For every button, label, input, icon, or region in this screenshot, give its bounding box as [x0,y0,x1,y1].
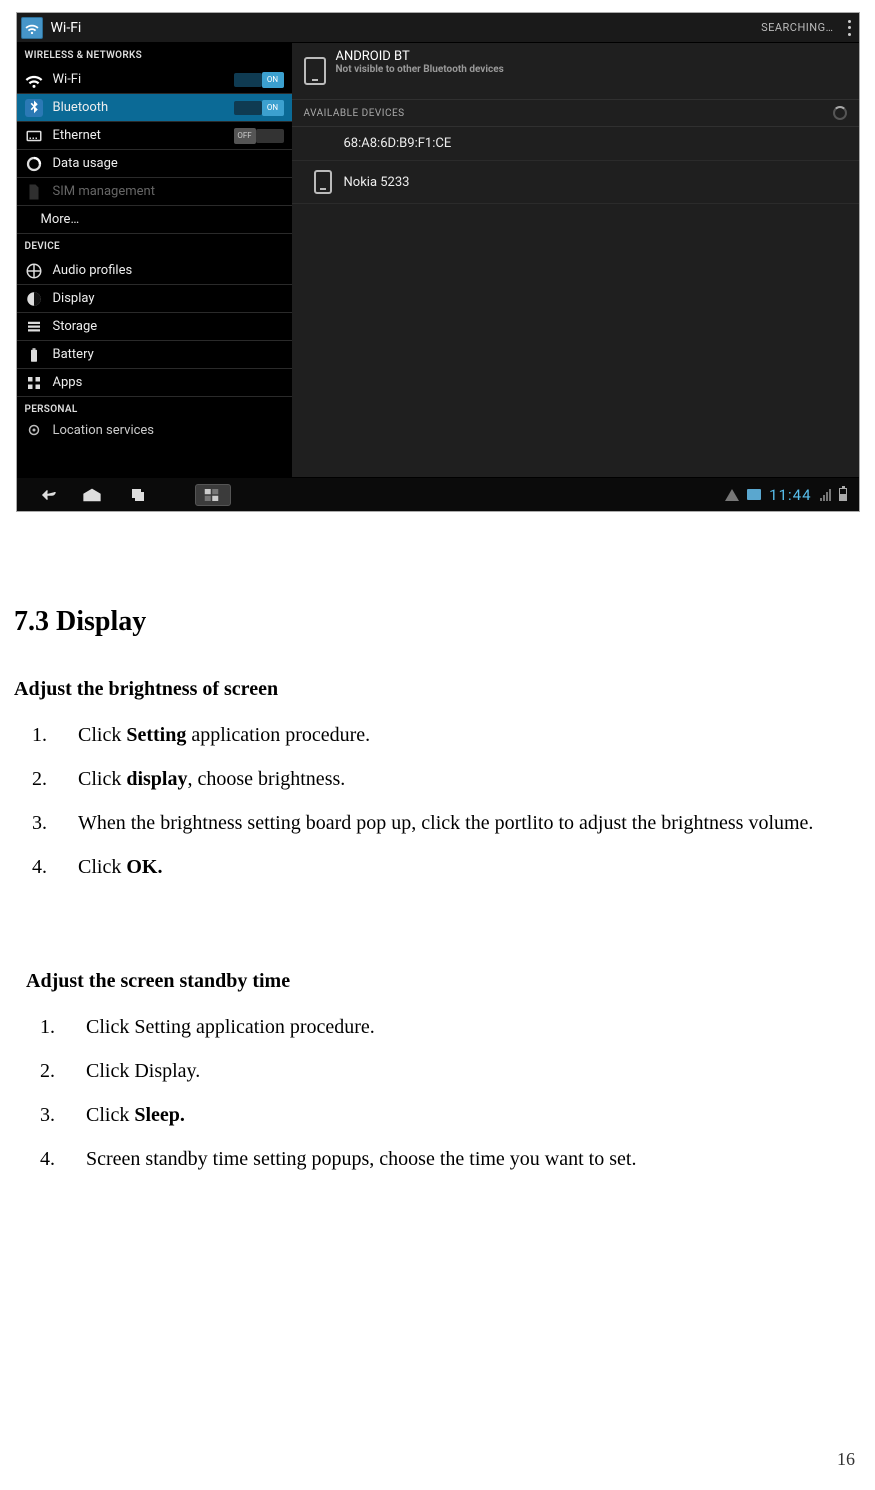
list-item: Click Setting application procedure. [70,1013,861,1057]
page-number: 16 [837,1449,855,1470]
list-item: Click OK. [62,853,861,897]
document-body: 7.3 Display Adjust the brightness of scr… [10,602,865,1189]
action-bar: Wi-Fi SEARCHING… [17,13,859,43]
scanning-spinner-icon [833,106,847,120]
subsection-heading: Adjust the screen standby time [26,967,861,995]
self-device-name: ANDROID BT [336,49,504,64]
sidebar-item-label: Apps [53,375,284,390]
screenshot-button-icon[interactable] [195,484,231,506]
wifi-app-icon [21,17,43,39]
section-header-device: DEVICE [17,234,292,257]
sidebar-item-label: More… [41,212,284,227]
action-bar-status: SEARCHING… [761,21,833,34]
bluetooth-panel: ANDROID BT Not visible to other Bluetoot… [292,43,859,477]
sidebar-item-display[interactable]: Display [17,285,292,313]
settings-sidebar: WIRELESS & NETWORKS Wi-Fi ON Bluetooth O… [17,43,292,477]
system-nav-bar: 11:44 [17,477,859,511]
list-item: Click display, choose brightness. [62,765,861,809]
bluetooth-device-row[interactable]: Nokia 5233 [292,161,859,204]
battery-icon [25,346,43,364]
list-item: Click Setting application procedure. [62,721,861,765]
sidebar-item-label: Storage [53,319,284,334]
bluetooth-toggle[interactable]: ON [234,100,284,116]
recent-apps-icon[interactable] [127,488,149,502]
brightness-steps: Click Setting application procedure. Cli… [62,721,861,897]
audio-icon [25,262,43,280]
sidebar-item-bluetooth[interactable]: Bluetooth ON [17,94,292,122]
display-icon [25,290,43,308]
sidebar-item-wifi[interactable]: Wi-Fi ON [17,66,292,94]
sidebar-item-label: Wi-Fi [53,72,224,87]
storage-icon [25,318,43,336]
sidebar-item-label: Bluetooth [53,100,224,115]
sidebar-item-storage[interactable]: Storage [17,313,292,341]
sd-card-icon[interactable] [747,489,761,500]
location-icon [25,421,43,439]
sidebar-item-audio[interactable]: Audio profiles [17,257,292,285]
sidebar-item-data-usage[interactable]: Data usage [17,150,292,178]
sidebar-item-battery[interactable]: Battery [17,341,292,369]
device-mac: 68:A8:6D:B9:F1:CE [344,136,452,151]
sidebar-item-label: Audio profiles [53,263,284,278]
phone-icon [304,57,326,85]
sidebar-item-label: SIM management [53,184,284,199]
section-heading: 7.3 Display [14,602,861,641]
overflow-menu-icon[interactable] [848,20,851,36]
wifi-toggle[interactable]: ON [234,72,284,88]
ethernet-icon [25,127,43,145]
action-bar-title: Wi-Fi [51,20,762,36]
list-item: Screen standby time setting popups, choo… [70,1145,861,1189]
sidebar-item-label: Display [53,291,284,306]
bluetooth-device-row[interactable]: 68:A8:6D:B9:F1:CE [292,127,859,161]
apps-icon [25,374,43,392]
sidebar-item-label: Ethernet [53,128,224,143]
bluetooth-icon [25,99,43,117]
ethernet-toggle[interactable]: OFF [234,128,284,144]
list-item: When the brightness setting board pop up… [62,809,861,853]
list-item: Click Sleep. [70,1101,861,1145]
clock: 11:44 [769,486,811,504]
back-button-icon[interactable] [35,488,57,502]
section-header-wireless: WIRELESS & NETWORKS [17,43,292,66]
sidebar-item-sim: SIM management [17,178,292,206]
data-usage-icon [25,155,43,173]
sidebar-item-label: Data usage [53,156,284,171]
sidebar-item-apps[interactable]: Apps [17,369,292,397]
android-settings-screenshot: Wi-Fi SEARCHING… WIRELESS & NETWORKS Wi-… [16,12,860,512]
self-device-sub: Not visible to other Bluetooth devices [336,64,504,75]
list-item: Click Display. [70,1057,861,1101]
available-devices-header: AVAILABLE DEVICES [292,100,859,127]
device-name: Nokia 5233 [344,175,410,190]
sidebar-item-label: Battery [53,347,284,362]
signal-icon [820,489,831,501]
battery-status-icon [839,488,847,501]
sim-icon [25,183,43,201]
phone-icon [314,170,332,194]
standby-steps: Click Setting application procedure. Cli… [70,1013,861,1189]
wifi-icon [25,71,43,89]
sidebar-item-ethernet[interactable]: Ethernet OFF [17,122,292,150]
sidebar-item-label: Location services [53,423,284,438]
section-header-personal: PERSONAL [17,397,292,420]
sidebar-item-more[interactable]: More… [17,206,292,234]
document-page: Wi-Fi SEARCHING… WIRELESS & NETWORKS Wi-… [0,0,875,1490]
warning-icon[interactable] [725,489,739,501]
subsection-heading: Adjust the brightness of screen [14,675,861,703]
bluetooth-self-device[interactable]: ANDROID BT Not visible to other Bluetoot… [292,43,859,100]
sidebar-item-location[interactable]: Location services [17,420,292,440]
home-button-icon[interactable] [81,488,103,502]
